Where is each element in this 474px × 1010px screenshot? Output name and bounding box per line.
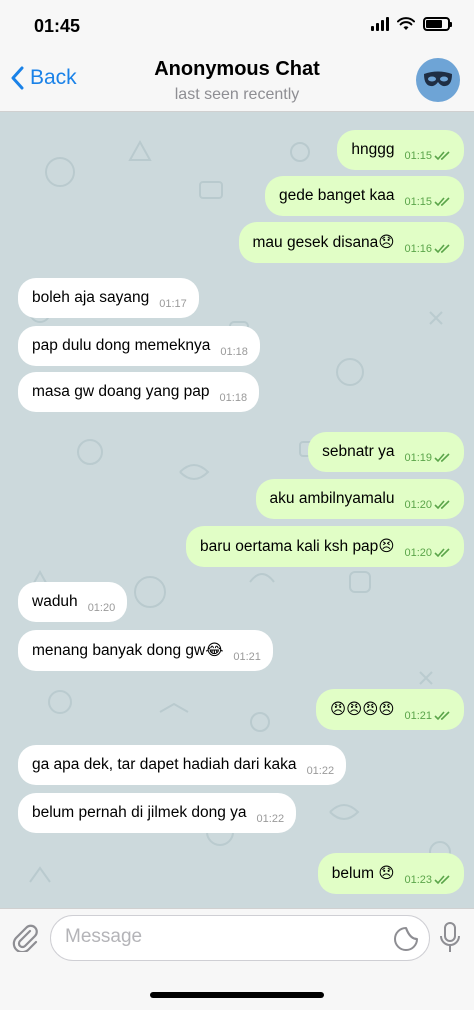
cellular-signal-icon [371,17,389,31]
last-seen-status: last seen recently [174,86,300,103]
message-timestamp: 01:19 [404,452,432,464]
message-time: 01:18 [220,346,248,358]
status-time: 01:45 [34,16,81,36]
message-text: belum pernah di jilmek dong ya [32,804,247,821]
double-check-icon [434,875,450,885]
message-timestamp: 01:20 [404,499,432,511]
message-input[interactable] [65,926,375,948]
message-timestamp: 01:15 [404,196,432,208]
home-indicator[interactable] [150,992,324,998]
message-text: gede banget kaa [278,187,395,204]
double-check-icon [434,151,450,161]
message-time: 01:20 [404,547,452,559]
outgoing-message[interactable]: 😠😠😠😠 01:21 [315,689,464,730]
message-timestamp: 01:21 [404,710,432,722]
message-time: 01:22 [307,765,335,777]
double-check-icon [434,711,450,721]
message-time: 01:17 [159,298,187,310]
message-timestamp: 01:23 [404,874,432,886]
double-check-icon [434,197,450,207]
chat-header: Back Anonymous Chat last seen recently [0,52,474,112]
message-field [50,915,430,961]
message-timestamp: 01:15 [404,150,432,162]
incoming-message[interactable]: menang banyak dong gw😂 01:21 [18,630,273,671]
message-text: 😠😠😠😠 [329,701,395,718]
incoming-message[interactable]: ga apa dek, tar dapet hadiah dari kaka 01… [18,745,347,785]
wifi-icon [397,17,415,30]
message-timestamp: 01:20 [404,547,432,559]
message-text: menang banyak dong gw😂 [32,642,224,659]
message-time: 01:21 [404,710,452,722]
message-time: 01:20 [404,499,452,511]
message-list[interactable]: hnggg 01:15 gede banget kaa 01:15 mau gesek … [0,112,474,908]
message-time: 01:20 [88,602,116,614]
message-text: mau gesek disana😞 [252,234,395,251]
message-text: aku ambilnyamalu [269,490,395,507]
message-time: 01:22 [257,813,285,825]
outgoing-message[interactable]: gede banget kaa 01:15 [264,176,464,216]
message-timestamp: 01:18 [220,346,248,358]
outgoing-message[interactable]: mau gesek disana😞 01:16 [238,222,464,263]
outgoing-message[interactable]: aku ambilnyamalu 01:20 [255,479,464,519]
message-timestamp: 01:22 [306,765,335,777]
double-check-icon [434,548,450,558]
outgoing-message[interactable]: sebnatr ya 01:19 [308,432,464,472]
home-area [0,968,474,1010]
message-time: 01:15 [404,196,452,208]
status-bar: 01:45 [0,0,474,52]
incoming-message[interactable]: belum pernah di jilmek dong ya 01:22 [18,793,297,833]
message-timestamp: 01:21 [233,651,261,663]
incoming-message[interactable]: pap dulu dong memeknya 01:18 [18,326,260,366]
avatar[interactable] [416,58,460,102]
message-time: 01:18 [220,392,248,404]
message-text: boleh aja sayang [32,289,150,306]
message-text: pap dulu dong memeknya [32,337,211,354]
battery-level [426,20,442,28]
mask-icon [424,71,452,87]
message-timestamp: 01:16 [404,243,432,255]
input-bar [0,908,474,968]
message-timestamp: 01:20 [87,602,116,614]
message-timestamp: 01:17 [159,298,187,310]
message-timestamp: 01:22 [256,813,285,825]
message-text: hnggg [351,141,395,158]
message-text: baru oertama kali ksh pap😣 [199,538,395,555]
sticker-icon[interactable] [393,926,419,952]
double-check-icon [434,453,450,463]
message-time: 01:21 [233,651,261,663]
message-time: 01:15 [404,150,452,162]
message-text: waduh [32,593,78,610]
double-check-icon [434,244,450,254]
incoming-message[interactable]: masa gw doang yang pap 01:18 [18,372,260,412]
microphone-icon[interactable] [440,922,460,954]
message-time: 01:23 [404,874,452,886]
chat-title[interactable]: Anonymous Chat [0,58,474,81]
message-text: sebnatr ya [322,443,395,460]
message-text: ga apa dek, tar dapet hadiah dari kaka [32,756,297,773]
outgoing-message[interactable]: hnggg 01:15 [337,130,464,170]
message-timestamp: 01:18 [219,392,248,404]
outgoing-message[interactable]: belum 😞 01:23 [317,853,464,894]
message-text: belum 😞 [331,865,395,882]
paperclip-icon[interactable] [10,922,40,952]
message-time: 01:16 [404,243,452,255]
double-check-icon [434,500,450,510]
message-text: masa gw doang yang pap [32,383,210,400]
status-icons [371,17,452,31]
outgoing-message[interactable]: baru oertama kali ksh pap😣 01:20 [185,526,464,567]
incoming-message[interactable]: boleh aja sayang 01:17 [18,278,199,318]
incoming-message[interactable]: waduh 01:20 [18,582,128,622]
message-time: 01:19 [404,452,452,464]
battery-icon [423,17,452,31]
